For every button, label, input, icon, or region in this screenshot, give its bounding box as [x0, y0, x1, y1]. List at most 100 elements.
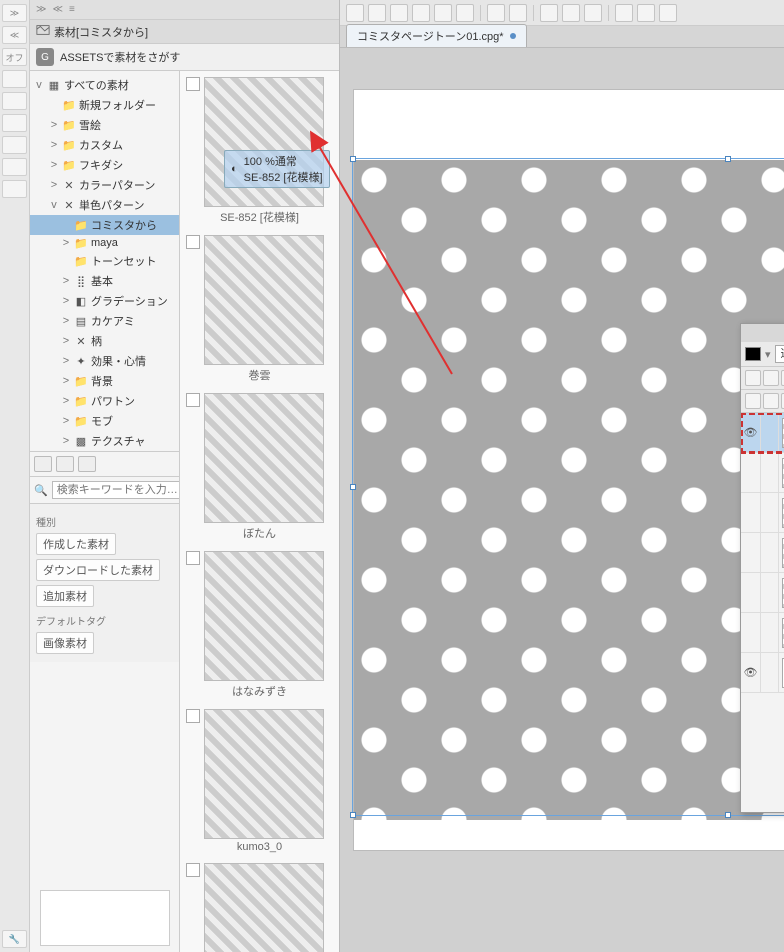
lock-cell[interactable] [761, 493, 779, 532]
tool-button[interactable] [412, 4, 430, 22]
tree-twisty-icon[interactable]: > [61, 355, 71, 367]
tree-twisty-icon[interactable]: > [61, 237, 71, 249]
tree-twisty-icon[interactable]: > [49, 159, 59, 171]
layer-row[interactable]: 100 %通常 SE-852 [花模様] [741, 453, 784, 493]
tree-twisty-icon[interactable]: > [61, 295, 71, 307]
visibility-toggle[interactable]: 👁 [741, 653, 761, 692]
layer-row[interactable]: 👁 用紙 [741, 653, 784, 693]
visibility-toggle[interactable] [741, 453, 761, 492]
rail-btn[interactable] [2, 180, 27, 198]
layer-row[interactable]: 100 %通常 se1235 [2006夏] [741, 533, 784, 573]
tree-twisty-icon[interactable]: v [49, 199, 59, 211]
lock-cell[interactable] [761, 653, 779, 692]
material-thumb[interactable]: ぼたん [186, 393, 333, 541]
tree-item[interactable]: > 📁 maya [30, 235, 179, 251]
tree-item[interactable]: 📁 トーンセット [30, 251, 179, 271]
tool-button[interactable] [637, 4, 655, 22]
new-folder-button[interactable] [763, 393, 779, 409]
tree-twisty-icon[interactable]: > [49, 179, 59, 191]
assets-search-button[interactable]: G ASSETSで素材をさがす [30, 44, 339, 71]
lock-cell[interactable] [761, 533, 779, 572]
thumb-checkbox[interactable] [186, 77, 200, 91]
tool-button[interactable] [368, 4, 386, 22]
tool-button[interactable] [509, 4, 527, 22]
thumb-checkbox[interactable] [186, 709, 200, 723]
lock-button[interactable] [763, 370, 779, 386]
rail-btn[interactable]: ≪ [2, 26, 27, 44]
layer-list[interactable]: 👁 100 %通常 SE-852 [花模様] 100 %通常 SE-852 [花… [741, 413, 784, 812]
visibility-toggle[interactable] [741, 493, 761, 532]
rail-btn[interactable] [2, 70, 27, 88]
lock-button[interactable] [745, 370, 761, 386]
tree-item[interactable]: > ⣿ 基本 [30, 271, 179, 291]
rail-btn[interactable] [2, 114, 27, 132]
visibility-toggle[interactable] [741, 533, 761, 572]
tree-item[interactable]: > 📁 パワトン [30, 391, 179, 411]
lock-cell[interactable] [761, 453, 779, 492]
tree-twisty-icon[interactable]: > [61, 375, 71, 387]
lock-cell[interactable] [761, 613, 779, 652]
tree-item[interactable]: > ▤ カケアミ [30, 311, 179, 331]
material-thumb[interactable]: 巻雲 [186, 235, 333, 383]
filter-tag[interactable]: 画像素材 [36, 632, 94, 654]
tree-root[interactable]: v▦ すべての素材 [30, 75, 179, 95]
blend-mode-select[interactable]: 通常 [775, 345, 784, 363]
tree-twisty-icon[interactable]: > [61, 335, 71, 347]
tree-item[interactable]: 📁 新規フォルダー [30, 95, 179, 115]
layer-row[interactable]: 100 %通常 SE-729 [テクスチャ] [741, 573, 784, 613]
lock-cell[interactable] [761, 573, 779, 612]
thumbnail-list[interactable]: SE-852 [花模様] 巻雲 ぼたん はなみずき kumo3_0 お昼の空 [180, 71, 339, 952]
tree-twisty-icon[interactable]: > [61, 395, 71, 407]
rail-btn[interactable]: オフ [2, 48, 27, 66]
material-thumb[interactable]: はなみずき [186, 551, 333, 699]
rail-btn-bottom[interactable]: 🔧 [2, 930, 27, 948]
tree-twisty-icon[interactable]: > [61, 415, 71, 427]
tree-item[interactable]: > ◧ グラデーション [30, 291, 179, 311]
tree-item[interactable]: > 📁 フキダシ [30, 155, 179, 175]
tool-button[interactable] [659, 4, 677, 22]
thumb-checkbox[interactable] [186, 551, 200, 565]
tree-item[interactable]: > ✕ 柄 [30, 331, 179, 351]
tool-button[interactable] [456, 4, 474, 22]
visibility-toggle[interactable] [741, 573, 761, 612]
collapse-right-icon[interactable]: ≪ [52, 4, 62, 15]
visibility-toggle[interactable] [741, 613, 761, 652]
filter-tag[interactable]: 追加素材 [36, 585, 94, 607]
tree-item[interactable]: 📁 コミスタから [30, 215, 179, 235]
document-tab[interactable]: コミスタページトーン01.cpg* [346, 24, 527, 47]
tree-new-button[interactable] [34, 456, 52, 472]
tree-twisty-icon[interactable]: > [61, 275, 71, 287]
tool-button[interactable] [346, 4, 364, 22]
tree-twisty-icon[interactable]: > [61, 435, 71, 447]
menu-icon[interactable]: ≡ [69, 4, 75, 15]
color-swatch[interactable] [745, 347, 761, 361]
tree-item[interactable]: > 📁 モブ [30, 411, 179, 431]
rail-btn[interactable]: ≫ [2, 4, 27, 22]
visibility-toggle[interactable]: 👁 [741, 413, 761, 452]
filter-tag[interactable]: 作成した素材 [36, 533, 116, 555]
rail-btn[interactable] [2, 136, 27, 154]
tree-twisty-icon[interactable]: > [61, 315, 71, 327]
tree-dup-button[interactable] [56, 456, 74, 472]
filter-tag[interactable]: ダウンロードした素材 [36, 559, 160, 581]
thumb-checkbox[interactable] [186, 235, 200, 249]
tree-item[interactable]: > 📁 雪絵 [30, 115, 179, 135]
tree-item[interactable]: > 📁 カスタム [30, 135, 179, 155]
layer-row[interactable]: 👁 100 %通常 SE-852 [花模様] [741, 413, 784, 453]
rail-btn[interactable] [2, 158, 27, 176]
collapse-left-icon[interactable]: ≫ [36, 4, 46, 15]
material-tree[interactable]: v▦ すべての素材 📁 新規フォルダー > 📁 雪絵 > 📁 カスタム > 📁 … [30, 71, 180, 952]
tree-del-button[interactable] [78, 456, 96, 472]
tree-item[interactable]: v ✕ 単色パターン [30, 195, 179, 215]
rail-btn[interactable] [2, 92, 27, 110]
tree-item[interactable]: > 📁 背景 [30, 371, 179, 391]
thumb-checkbox[interactable] [186, 393, 200, 407]
new-layer-button[interactable] [745, 393, 761, 409]
material-thumb[interactable]: kumo3_0 [186, 709, 333, 853]
tree-item[interactable]: > ▩ テクスチャ [30, 431, 179, 451]
search-input[interactable] [52, 481, 180, 499]
layer-row[interactable]: 100 %通常 SE-1246 [2006冬] [741, 493, 784, 533]
tool-button[interactable] [434, 4, 452, 22]
lock-cell[interactable] [761, 413, 779, 452]
thumb-checkbox[interactable] [186, 863, 200, 877]
